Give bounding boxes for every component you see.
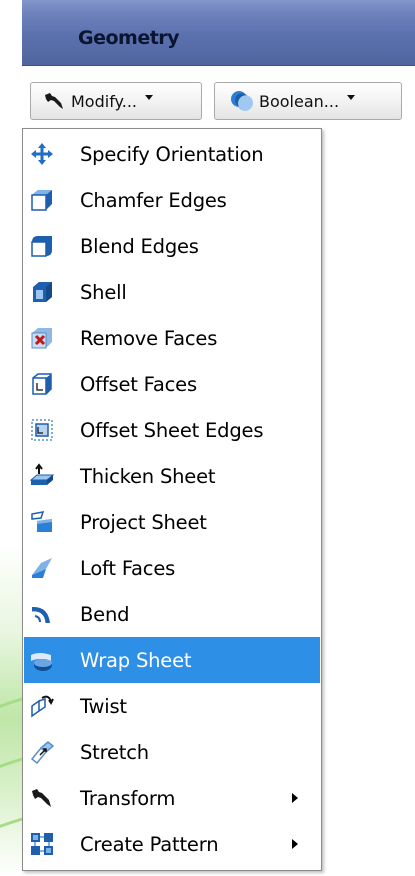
menu-item-label: Bend [80,603,130,626]
boolean-icon [229,88,255,114]
offset-faces-icon [29,371,55,397]
bend-icon [29,601,55,627]
menu-item-create-pattern[interactable]: Create Pattern [24,821,320,867]
chamfer-edges-icon [29,187,55,213]
twist-icon [29,693,55,719]
menu-item-label: Create Pattern [80,833,219,856]
modify-label: Modify... [71,91,137,111]
chevron-down-icon [145,94,153,100]
menu-item-label: Thicken Sheet [80,465,216,488]
menu-item-transform[interactable]: Transform [24,775,320,821]
wrap-sheet-icon [29,647,55,673]
menu-item-bend[interactable]: Bend [24,591,320,637]
menu-item-loft-faces[interactable]: Loft Faces [24,545,320,591]
thicken-sheet-icon [29,463,55,489]
menu-item-label: Remove Faces [80,327,218,350]
panel-title: Geometry [78,27,180,49]
chevron-down-icon [347,94,356,100]
menu-item-label: Twist [80,695,127,718]
menu-item-shell[interactable]: Shell [24,269,320,315]
menu-item-stretch[interactable]: Stretch [24,729,320,775]
wrench-icon [41,88,67,114]
menu-item-label: Offset Sheet Edges [80,419,264,442]
menu-item-label: Blend Edges [80,235,199,258]
transform-icon [29,785,55,811]
modify-dropdown-button[interactable]: Modify... [30,82,202,120]
desktop-background-strip [0,0,61,876]
menu-item-chamfer-edges[interactable]: Chamfer Edges [24,177,320,223]
create-pattern-icon [29,831,55,857]
submenu-arrow-icon [292,839,298,849]
menu-item-label: Loft Faces [80,557,176,580]
project-sheet-icon [29,509,55,535]
menu-item-remove-faces[interactable]: Remove Faces [24,315,320,361]
menu-item-label: Transform [80,787,176,810]
menu-item-thicken-sheet[interactable]: Thicken Sheet [24,453,320,499]
menu-item-offset-sheet-edges[interactable]: Offset Sheet Edges [24,407,320,453]
menu-item-blend-edges[interactable]: Blend Edges [24,223,320,269]
shell-icon [29,279,55,305]
menu-item-label: Stretch [80,741,149,764]
loft-faces-icon [29,555,55,581]
submenu-arrow-icon [292,793,298,803]
menu-item-label: Offset Faces [80,373,197,396]
menu-item-offset-faces[interactable]: Offset Faces [24,361,320,407]
menu-item-label: Chamfer Edges [80,189,227,212]
menu-item-label: Shell [80,281,127,304]
menu-item-label: Wrap Sheet [80,649,192,672]
menu-item-label: Specify Orientation [80,143,264,166]
remove-faces-icon [29,325,55,351]
menu-item-wrap-sheet[interactable]: Wrap Sheet [24,637,320,683]
modify-menu: Specify Orientation Chamfer Edges Blend … [22,128,322,871]
menu-item-specify-orientation[interactable]: Specify Orientation [24,131,320,177]
stretch-icon [29,739,55,765]
menu-item-project-sheet[interactable]: Project Sheet [24,499,320,545]
panel-header: Geometry [22,0,415,66]
menu-item-label: Project Sheet [80,511,207,534]
blend-edges-icon [29,233,55,259]
boolean-dropdown-button[interactable]: Boolean... [214,82,402,120]
orientation-icon [29,141,55,167]
toolbar: Modify... Boolean... [22,66,415,128]
offset-sheet-edges-icon [29,417,55,443]
boolean-label: Boolean... [259,91,340,111]
menu-item-twist[interactable]: Twist [24,683,320,729]
